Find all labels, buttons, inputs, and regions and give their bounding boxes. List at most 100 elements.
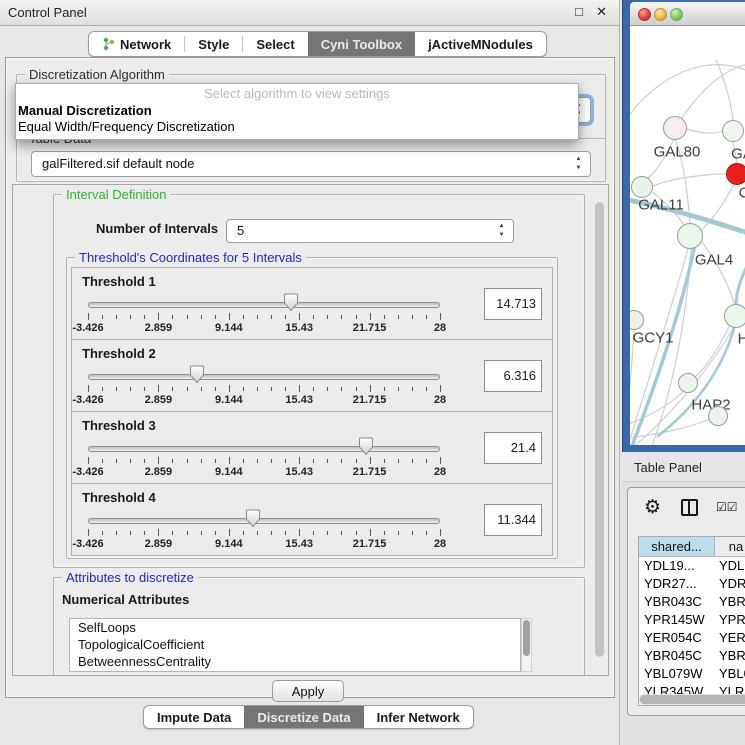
select-columns-icon[interactable]: ☑☑ bbox=[716, 500, 738, 514]
apply-button[interactable]: Apply bbox=[272, 680, 344, 702]
column-header[interactable]: na bbox=[715, 537, 745, 556]
table-cell[interactable]: YBR045C bbox=[639, 647, 715, 665]
network-node-gal11[interactable] bbox=[631, 176, 653, 198]
zoom-traffic-light-icon[interactable] bbox=[670, 8, 683, 21]
node-table[interactable]: shared...naYDL19...YDL1YDR27...YDR2YBR04… bbox=[638, 536, 745, 706]
table-cell[interactable]: YER0 bbox=[715, 629, 745, 647]
algorithm-option-equal-width-frequency-discretization[interactable]: Equal Width/Frequency Discretization bbox=[16, 119, 578, 135]
network-node-gal4[interactable] bbox=[677, 223, 703, 249]
table-cell[interactable]: YDL1 bbox=[715, 557, 745, 575]
threshold-value-field[interactable]: 11.344 bbox=[484, 504, 542, 536]
minimize-traffic-light-icon[interactable] bbox=[654, 8, 667, 21]
network-node-gal80[interactable] bbox=[663, 116, 687, 140]
attribute-item-selfloops[interactable]: SelfLoops bbox=[70, 619, 520, 636]
tab-style[interactable]: Style bbox=[185, 32, 242, 56]
slider-thumb[interactable] bbox=[283, 293, 299, 312]
attributes-list[interactable]: SelfLoopsTopologicalCoefficientBetweenne… bbox=[69, 618, 521, 672]
attribute-item-topologicalcoefficient[interactable]: TopologicalCoefficient bbox=[70, 636, 520, 653]
table-horizontal-scrollbar[interactable] bbox=[639, 694, 745, 705]
tab-select[interactable]: Select bbox=[243, 32, 307, 56]
scale-label: -3.426 bbox=[72, 322, 103, 334]
table-cell[interactable]: YDL19... bbox=[639, 557, 715, 575]
tick-mark bbox=[412, 459, 413, 463]
tick-mark bbox=[440, 385, 441, 392]
table-cell[interactable]: YDR2 bbox=[715, 575, 745, 593]
table-cell[interactable]: YPR1 bbox=[715, 611, 745, 629]
scale-label: 21.715 bbox=[353, 466, 387, 478]
table-row[interactable]: YDR27...YDR2 bbox=[639, 575, 745, 593]
slider-track[interactable] bbox=[88, 302, 440, 308]
algorithm-option-manual-discretization[interactable]: Manual Discretization bbox=[16, 103, 578, 119]
close-traffic-light-icon[interactable] bbox=[638, 8, 651, 21]
tick-mark bbox=[215, 459, 216, 463]
slider-track[interactable] bbox=[88, 446, 440, 452]
network-node-label: GAL11 bbox=[638, 197, 684, 214]
threshold-slider[interactable]: -3.4262.8599.14415.4321.71528 bbox=[88, 440, 440, 480]
slider-track[interactable] bbox=[88, 518, 440, 524]
threshold-slider[interactable]: -3.4262.8599.14415.4321.71528 bbox=[88, 368, 440, 408]
slider-track[interactable] bbox=[88, 374, 440, 380]
threshold-value-field[interactable]: 6.316 bbox=[484, 360, 542, 392]
table-cell[interactable]: YBR0 bbox=[715, 593, 745, 611]
split-columns-icon[interactable] bbox=[681, 499, 698, 516]
table-row[interactable]: YBR043CYBR0 bbox=[639, 593, 745, 611]
settings-vertical-scrollbar[interactable] bbox=[594, 199, 605, 664]
float-window-icon[interactable]: □ bbox=[575, 4, 583, 19]
slider-thumb[interactable] bbox=[189, 365, 205, 384]
table-cell[interactable]: YBR043C bbox=[639, 593, 715, 611]
threshold-panel: Threshold 3-3.4262.8599.14415.4321.71528… bbox=[71, 411, 553, 484]
tick-mark bbox=[271, 459, 272, 463]
tick-mark bbox=[201, 531, 202, 535]
table-data-combo[interactable]: galFiltered.sif default node ▲▼ bbox=[31, 151, 591, 177]
tab-impute-data[interactable]: Impute Data bbox=[144, 706, 244, 728]
tick-mark bbox=[384, 387, 385, 391]
table-row[interactable]: YPR145WYPR1 bbox=[639, 611, 745, 629]
algorithm-placeholder-item: Select algorithm to view settings bbox=[16, 84, 578, 103]
tab-infer-network[interactable]: Infer Network bbox=[364, 706, 473, 728]
network-window-titlebar[interactable] bbox=[630, 2, 745, 26]
table-cell[interactable]: YBL079W bbox=[639, 665, 715, 683]
threshold-value-field[interactable]: 21.4 bbox=[484, 432, 542, 464]
column-header[interactable]: shared... bbox=[639, 537, 715, 556]
close-window-icon[interactable]: ✕ bbox=[596, 4, 607, 20]
network-node-h[interactable] bbox=[724, 304, 745, 328]
table-row[interactable]: YDL19...YDL1 bbox=[639, 557, 745, 575]
tick-mark bbox=[243, 387, 244, 391]
table-cell[interactable]: YBL0 bbox=[715, 665, 745, 683]
tick-mark bbox=[229, 529, 230, 536]
intervals-combo[interactable]: 5 ▲▼ bbox=[226, 219, 514, 243]
table-row[interactable]: YBL079WYBL0 bbox=[639, 665, 745, 683]
network-window: GAL80GACGAL11GAL4GCY1HHAP2 bbox=[622, 0, 745, 452]
slider-thumb[interactable] bbox=[358, 437, 374, 456]
tick-mark bbox=[398, 387, 399, 391]
network-node-ga[interactable] bbox=[722, 120, 744, 142]
tab-discretize-data[interactable]: Discretize Data bbox=[244, 706, 363, 728]
table-row[interactable]: YER054CYER0 bbox=[639, 629, 745, 647]
table-cell[interactable]: YDR27... bbox=[639, 575, 715, 593]
table-cell[interactable]: YPR145W bbox=[639, 611, 715, 629]
slider-thumb[interactable] bbox=[245, 509, 261, 528]
table-cell[interactable]: YER054C bbox=[639, 629, 715, 647]
scrollbar-thumb[interactable] bbox=[595, 202, 604, 657]
attributes-list-scrollbar[interactable] bbox=[521, 618, 532, 672]
network-canvas[interactable]: GAL80GACGAL11GAL4GCY1HHAP2 bbox=[630, 26, 745, 445]
table-row[interactable]: YBR045CYBR0 bbox=[639, 647, 745, 665]
scale-label: -3.426 bbox=[72, 394, 103, 406]
slider-ticks bbox=[88, 529, 440, 537]
threshold-value-field[interactable]: 14.713 bbox=[484, 288, 542, 320]
threshold-slider[interactable]: -3.4262.8599.14415.4321.71528 bbox=[88, 512, 440, 552]
tab-network[interactable]: Network bbox=[89, 32, 184, 56]
scrollbar-thumb[interactable] bbox=[523, 620, 530, 656]
tab-label: Impute Data bbox=[157, 710, 231, 725]
scale-label: 28 bbox=[434, 538, 446, 550]
network-node-hap2[interactable] bbox=[678, 373, 698, 393]
network-node[interactable] bbox=[708, 406, 728, 426]
threshold-slider[interactable]: -3.4262.8599.14415.4321.71528 bbox=[88, 296, 440, 336]
table-cell[interactable]: YBR0 bbox=[715, 647, 745, 665]
network-node-c[interactable] bbox=[726, 163, 745, 185]
tab-cyni-toolbox[interactable]: Cyni Toolbox bbox=[308, 32, 415, 56]
scrollbar-thumb[interactable] bbox=[640, 695, 745, 704]
tab-jactivemnodules[interactable]: jActiveMNodules bbox=[415, 32, 546, 56]
gear-icon[interactable]: ⚙ bbox=[644, 496, 661, 519]
attribute-item-betweennesscentrality[interactable]: BetweennessCentrality bbox=[70, 653, 520, 670]
